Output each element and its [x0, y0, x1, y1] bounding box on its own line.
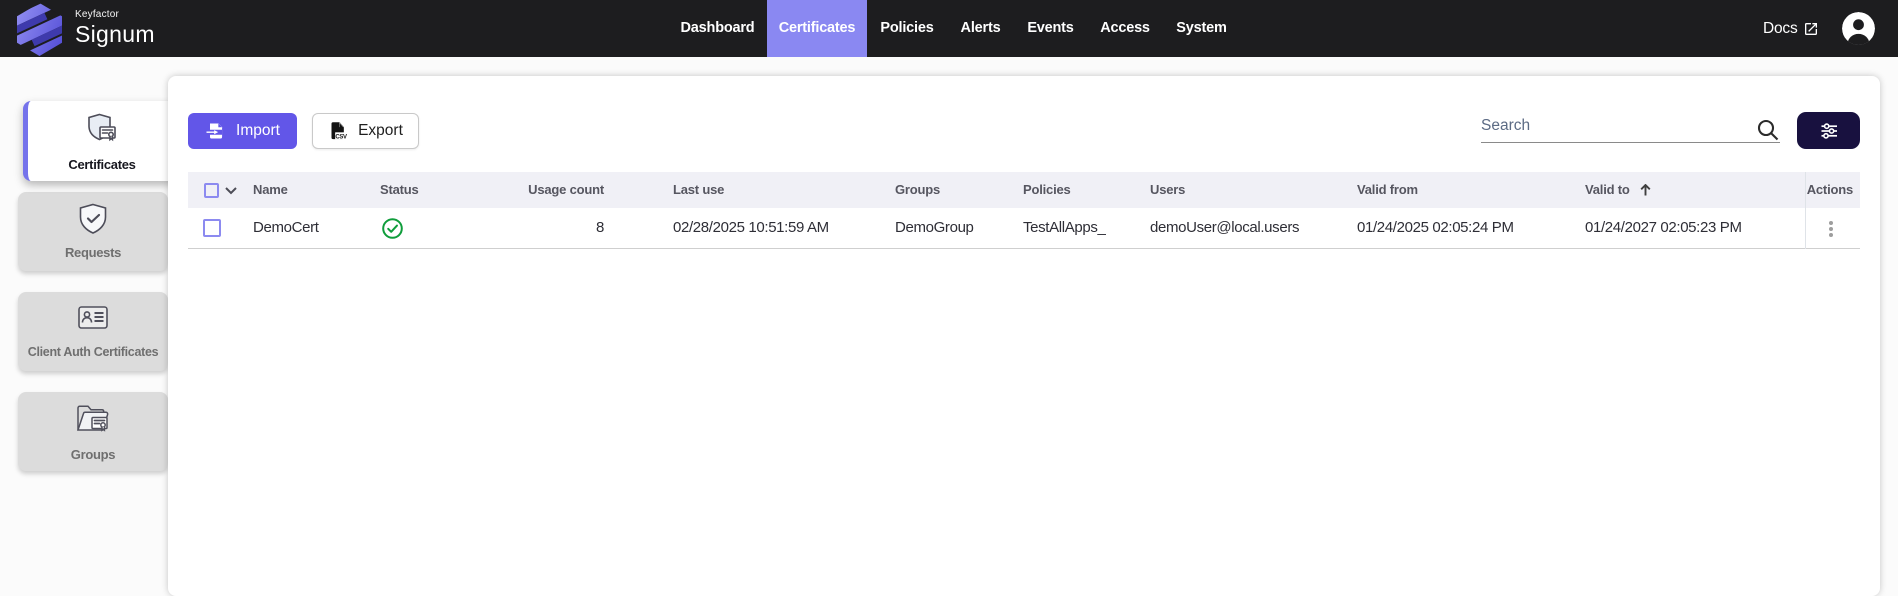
svg-text:CSV: CSV	[336, 134, 348, 140]
